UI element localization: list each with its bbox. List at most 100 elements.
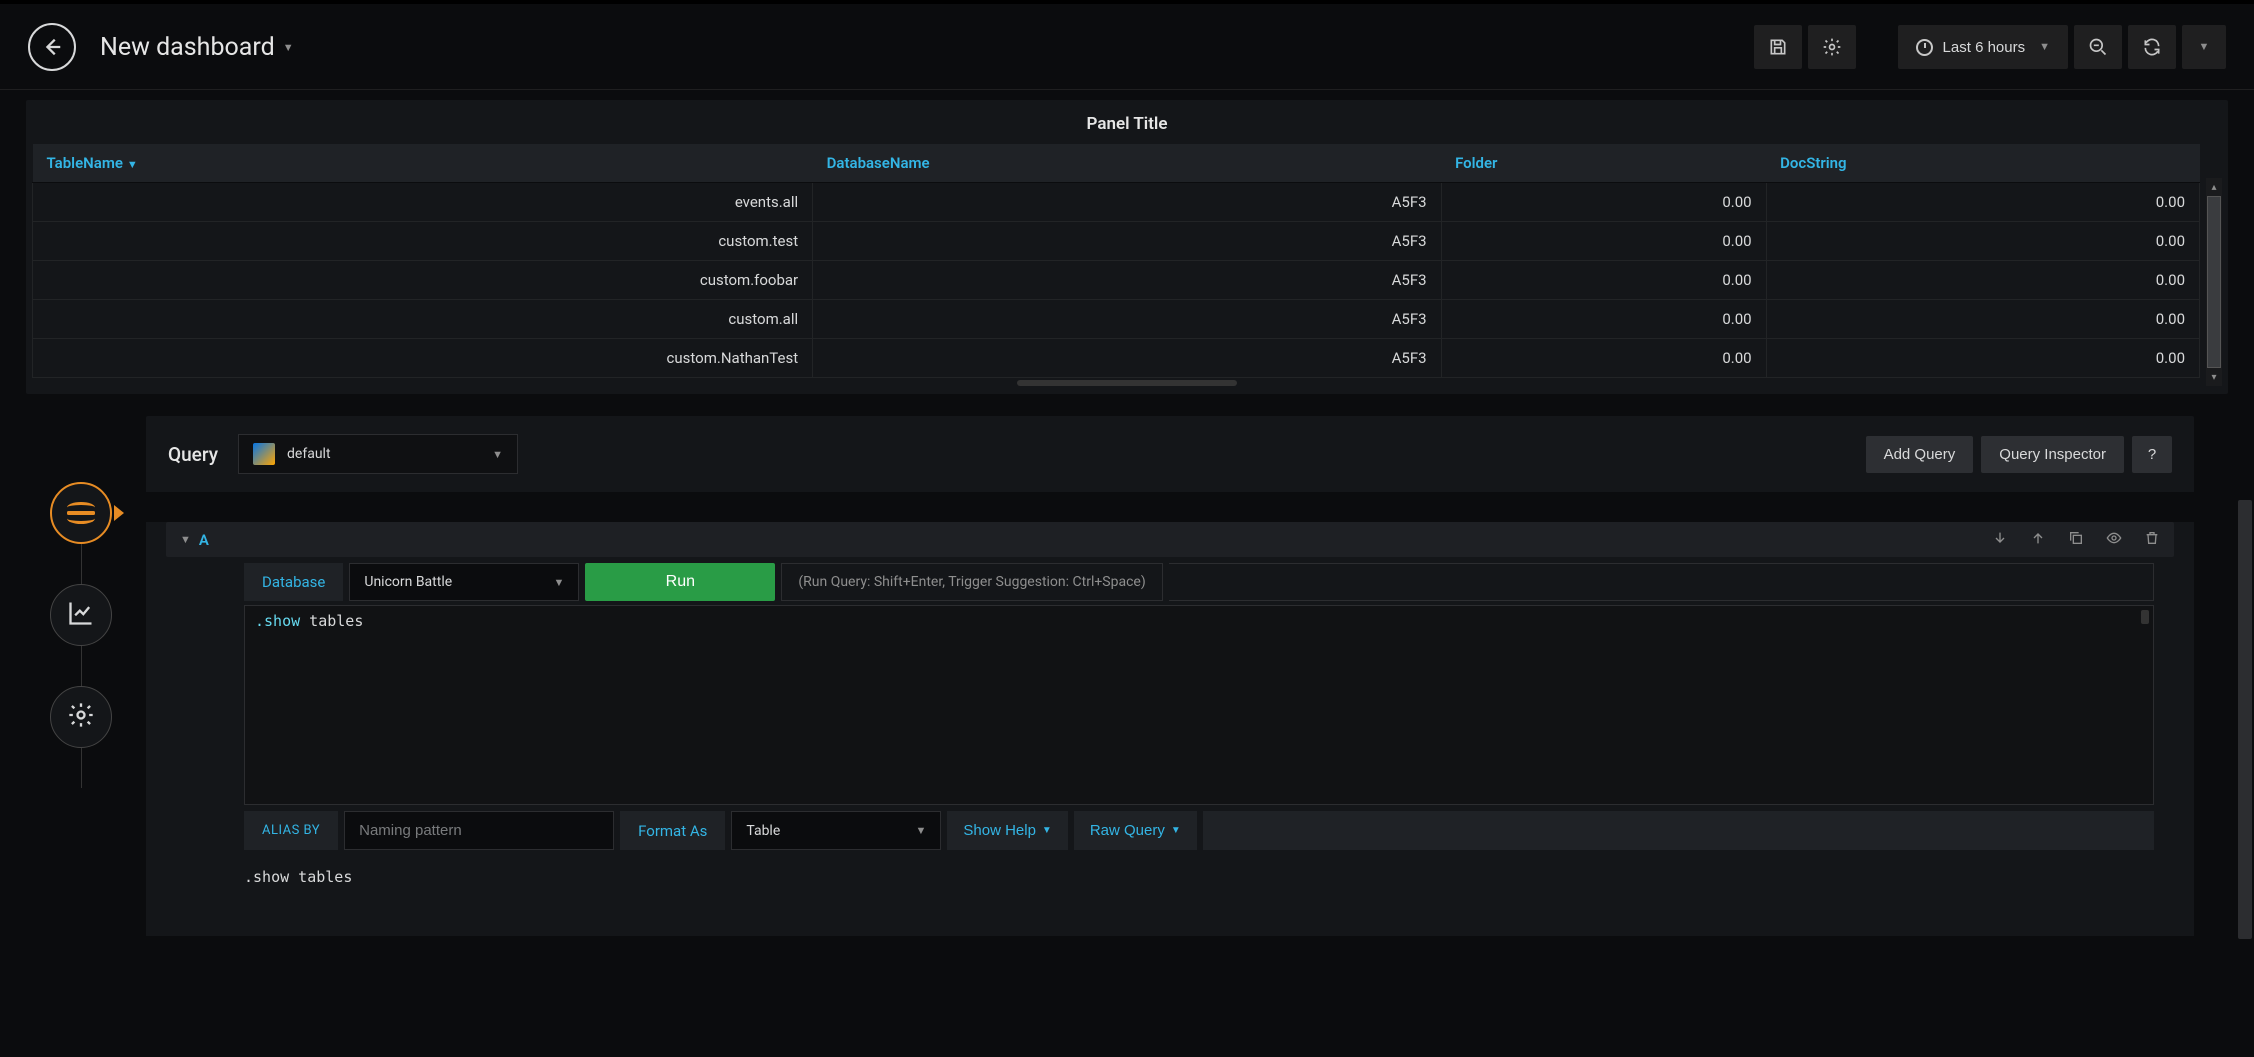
trash-icon (2144, 530, 2160, 546)
table-cell: 0.00 (1441, 261, 1766, 300)
table-cell: A5F3 (813, 183, 1441, 222)
sort-desc-icon: ▼ (127, 158, 138, 171)
settings-button[interactable] (1808, 25, 1856, 69)
gear-icon (1822, 37, 1842, 57)
delete-button[interactable] (2144, 530, 2160, 549)
scrollbar-thumb[interactable] (2238, 500, 2252, 939)
results-table: TableName▼ DatabaseName Folder DocString… (32, 144, 2200, 378)
caret-down-icon: ▼ (2039, 41, 2050, 53)
table-cell: A5F3 (813, 222, 1441, 261)
table-cell: custom.all (33, 300, 813, 339)
zoom-out-icon (2088, 37, 2108, 57)
toggle-visibility-button[interactable] (2106, 530, 2122, 549)
run-button[interactable]: Run (585, 563, 775, 601)
format-as-value: Table (746, 823, 780, 839)
caret-down-icon: ▼ (283, 41, 294, 54)
table-row[interactable]: events.allA5F30.000.00 (33, 183, 2200, 222)
table-cell: 0.00 (1766, 183, 2199, 222)
tab-queries[interactable] (50, 482, 112, 544)
column-header-docstring[interactable]: DocString (1766, 144, 2199, 183)
top-header: New dashboard ▼ Last 6 hours ▼ ▼ (0, 0, 2254, 90)
table-scrollbar[interactable]: ▴ ▾ (2206, 178, 2222, 386)
table-cell: 0.00 (1441, 300, 1766, 339)
column-header-tablename[interactable]: TableName▼ (33, 144, 813, 183)
editor-scrollbar[interactable] (2141, 610, 2149, 624)
collapse-toggle[interactable]: ▼ (180, 533, 191, 546)
table-cell: 0.00 (1766, 222, 2199, 261)
tab-visualization[interactable] (50, 584, 112, 646)
code-rest: tables (300, 612, 363, 630)
database-select[interactable]: Unicorn Battle ▼ (349, 563, 579, 601)
scrollbar-thumb[interactable] (2207, 196, 2221, 368)
back-button[interactable] (28, 23, 76, 71)
alias-input[interactable] (344, 811, 614, 850)
caret-down-icon: ▼ (553, 576, 564, 589)
resize-handle[interactable] (32, 380, 2222, 388)
table-cell: 0.00 (1441, 183, 1766, 222)
datasource-select[interactable]: default ▼ (238, 434, 518, 474)
refresh-button[interactable] (2128, 25, 2176, 69)
gear-icon (67, 701, 95, 729)
help-button[interactable]: ? (2132, 436, 2172, 473)
format-as-label: Format As (620, 811, 725, 850)
refresh-interval-button[interactable]: ▼ (2182, 25, 2226, 69)
caret-down-icon: ▼ (1042, 825, 1052, 836)
table-cell: A5F3 (813, 339, 1441, 378)
zoom-out-button[interactable] (2074, 25, 2122, 69)
table-cell: 0.00 (1766, 261, 2199, 300)
query-header-row: Query default ▼ Add Query Query Inspecto… (146, 416, 2194, 492)
table-row[interactable]: custom.allA5F30.000.00 (33, 300, 2200, 339)
table-row[interactable]: custom.foobarA5F30.000.00 (33, 261, 2200, 300)
format-as-select[interactable]: Table ▼ (731, 811, 941, 850)
table-row[interactable]: custom.testA5F30.000.00 (33, 222, 2200, 261)
move-down-button[interactable] (1992, 530, 2008, 549)
table-cell: A5F3 (813, 261, 1441, 300)
column-header-databasename[interactable]: DatabaseName (813, 144, 1441, 183)
show-help-button[interactable]: Show Help▼ (947, 811, 1067, 850)
datasource-value: default (287, 446, 331, 462)
alias-by-label: ALIAS BY (244, 811, 338, 850)
move-up-button[interactable] (2030, 530, 2046, 549)
tab-general[interactable] (50, 686, 112, 748)
query-hint: (Run Query: Shift+Enter, Trigger Suggest… (781, 563, 1162, 601)
caret-down-icon: ▼ (492, 448, 503, 461)
scroll-down-icon: ▾ (2211, 368, 2216, 386)
table-panel: Panel Title TableName▼ DatabaseName Fold… (26, 100, 2228, 394)
table-cell: custom.foobar (33, 261, 813, 300)
chart-icon (67, 599, 95, 627)
database-icon (67, 502, 95, 524)
table-cell: 0.00 (1441, 339, 1766, 378)
eye-icon (2106, 530, 2122, 546)
save-button[interactable] (1754, 25, 1802, 69)
query-letter[interactable]: A (199, 531, 209, 549)
caret-down-icon: ▼ (1171, 825, 1181, 836)
hint-spacer (1169, 563, 2154, 601)
copy-icon (2068, 530, 2084, 546)
table-cell: events.all (33, 183, 813, 222)
add-query-button[interactable]: Add Query (1866, 436, 1974, 473)
caret-down-icon: ▼ (2199, 41, 2210, 53)
table-cell: 0.00 (1441, 222, 1766, 261)
page-scrollbar[interactable] (2238, 500, 2252, 1049)
time-range-text: Last 6 hours (1943, 39, 2026, 56)
query-inspector-button[interactable]: Query Inspector (1981, 436, 2124, 473)
arrow-left-icon (41, 36, 63, 58)
table-cell: 0.00 (1766, 339, 2199, 378)
table-cell: custom.NathanTest (33, 339, 813, 378)
dashboard-title[interactable]: New dashboard ▼ (100, 33, 294, 62)
table-row[interactable]: custom.NathanTestA5F30.000.00 (33, 339, 2200, 378)
column-header-folder[interactable]: Folder (1441, 144, 1766, 183)
query-label: Query (168, 443, 218, 466)
table-cell: 0.00 (1766, 300, 2199, 339)
refresh-icon (2142, 37, 2162, 57)
query-row-header: ▼ A (166, 522, 2174, 557)
duplicate-button[interactable] (2068, 530, 2084, 549)
table-cell: custom.test (33, 222, 813, 261)
query-editor[interactable]: .show tables (244, 605, 2154, 805)
raw-query-display: .show tables (244, 864, 2154, 916)
side-nav (50, 482, 112, 788)
raw-query-button[interactable]: Raw Query▼ (1074, 811, 1197, 850)
time-range-picker[interactable]: Last 6 hours ▼ (1898, 25, 2068, 69)
table-cell: A5F3 (813, 300, 1441, 339)
panel-title[interactable]: Panel Title (26, 100, 2228, 144)
